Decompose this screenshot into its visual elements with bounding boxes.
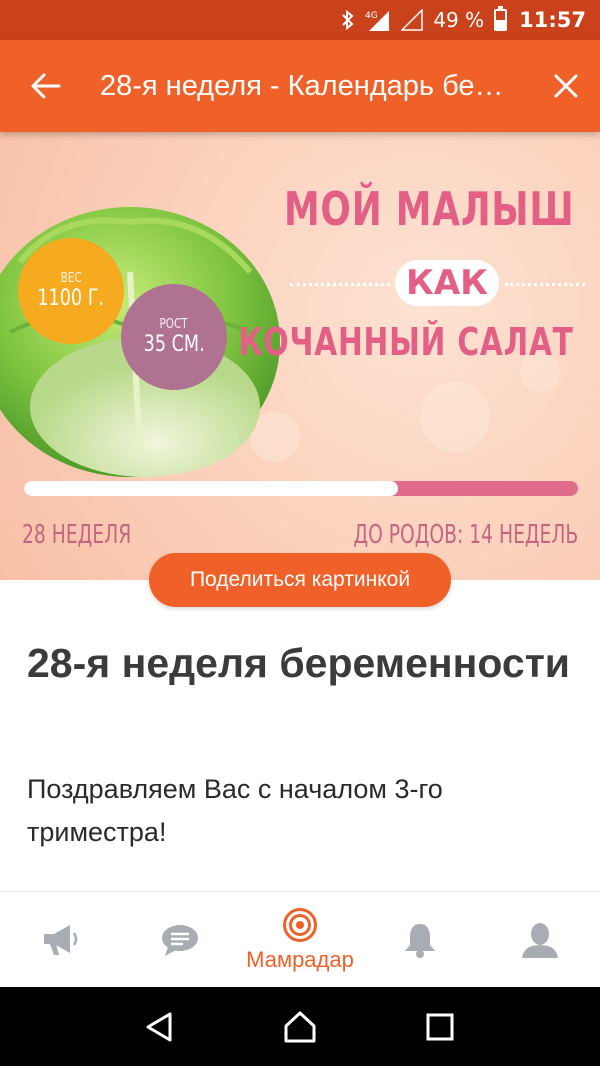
weeks-remaining-label: ДО РОДОВ: 14 НЕДЕЛЬ: [353, 520, 578, 550]
system-navigation-bar: [0, 987, 600, 1066]
headline-line-3: КОЧАННЫЙ САЛАТ: [238, 320, 574, 364]
bokeh-light: [420, 382, 490, 452]
profile-icon: [522, 922, 558, 958]
progress-fill: [24, 481, 398, 496]
current-week-label: 28 НЕДЕЛЯ: [22, 520, 132, 550]
headline-line-2: КАК: [395, 260, 499, 306]
nav-item-profile[interactable]: [480, 892, 600, 987]
signal-icon: 4G: [365, 9, 391, 31]
battery-icon: [494, 6, 508, 31]
close-button[interactable]: [532, 40, 600, 132]
clock: 11:57: [519, 8, 586, 32]
weight-badge: ВЕС 1100 Г.: [18, 238, 124, 344]
height-badge: РОСТ 35 СМ.: [121, 284, 227, 390]
height-value: 35 СМ.: [143, 332, 205, 357]
bell-icon: [405, 923, 435, 958]
system-back-button[interactable]: [130, 997, 190, 1057]
nav-label-mamradar: Мамрадар: [246, 946, 354, 972]
app-bar: 28-я неделя - Календарь беременности: [0, 40, 600, 132]
home-icon: [284, 1011, 316, 1042]
nav-item-notifications[interactable]: [360, 892, 480, 987]
close-icon: [554, 74, 578, 98]
nav-item-chat[interactable]: [120, 892, 240, 987]
network-type-label: 4G: [365, 11, 378, 21]
nav-item-mamradar[interactable]: Мамрадар: [240, 892, 360, 987]
arrow-left-icon: [31, 73, 61, 99]
bluetooth-icon: [341, 9, 355, 31]
weight-value: 1100 Г.: [37, 286, 105, 311]
headline-line-1: МОЙ МАЛЫШ: [283, 182, 574, 236]
back-button[interactable]: [0, 40, 92, 132]
bottom-navigation: Мамрадар: [0, 891, 600, 987]
nav-item-news[interactable]: [0, 892, 120, 987]
signal-empty-icon: [401, 9, 424, 31]
dotted-line-left: [290, 283, 390, 286]
recents-icon: [426, 1013, 454, 1040]
height-label: РОСТ: [159, 317, 189, 332]
target-icon: [283, 907, 317, 942]
battery-percent: 49 %: [433, 8, 485, 32]
system-recents-button[interactable]: [410, 997, 470, 1057]
chat-icon: [162, 924, 198, 956]
status-bar: 4G 49 % 11:57: [0, 0, 600, 40]
triangle-back-icon: [146, 1012, 172, 1041]
weight-label: ВЕС: [60, 271, 82, 286]
dotted-line-right: [505, 283, 585, 286]
week-banner-image: МОЙ МАЛЫШ КАК КОЧАННЫЙ САЛАТ ВЕС 1100 Г.…: [0, 132, 600, 580]
share-image-button[interactable]: Поделиться картинкой: [149, 553, 451, 607]
article-title: 28-я неделя беременности: [27, 640, 571, 686]
system-home-button[interactable]: [270, 997, 330, 1057]
pregnancy-progress-bar: [24, 481, 578, 496]
page-title: 28-я неделя - Календарь беременности: [100, 69, 532, 102]
megaphone-icon: [44, 924, 78, 955]
article-paragraph: Поздравляем Вас с началом 3-го триместра…: [27, 774, 443, 847]
